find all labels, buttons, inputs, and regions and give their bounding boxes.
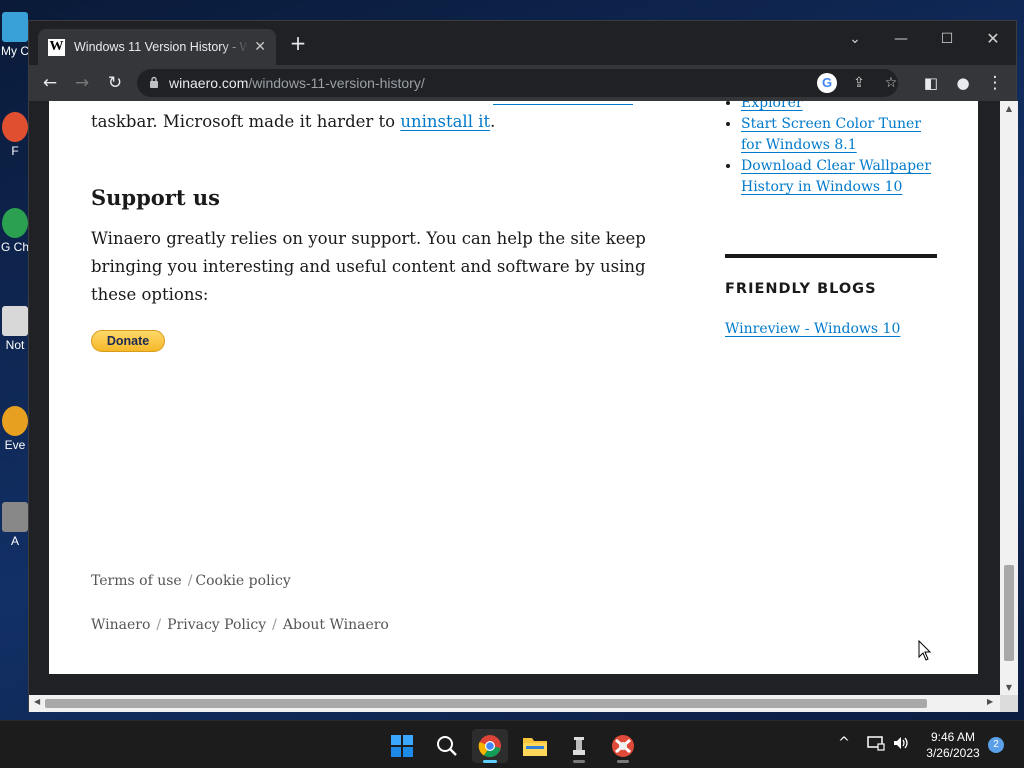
notepad-icon bbox=[2, 306, 28, 336]
sidebar-link-explorer[interactable]: Explorer bbox=[741, 101, 803, 111]
tab-search-button[interactable]: ⌄ bbox=[843, 27, 867, 51]
minimize-button[interactable]: — bbox=[889, 27, 913, 51]
profile-icon[interactable]: ● bbox=[951, 71, 975, 95]
browser-window: W Windows 11 Version History - Winaero ✕… bbox=[28, 20, 1018, 712]
share-icon[interactable]: ⇪ bbox=[849, 73, 869, 93]
volume-icon[interactable] bbox=[891, 735, 911, 755]
cookie-policy-link[interactable]: Cookie policy bbox=[195, 573, 290, 589]
sidebar-list: Explorer Start Screen Color Tuner for Wi… bbox=[725, 101, 937, 198]
about-winaero-link[interactable]: About Winaero bbox=[283, 617, 389, 633]
page-viewport: taskbar. Microsoft made it harder to uni… bbox=[29, 101, 1000, 695]
google-lens-icon[interactable]: G bbox=[817, 73, 837, 93]
vertical-scroll-thumb[interactable] bbox=[1004, 565, 1014, 661]
search-icon bbox=[437, 736, 457, 756]
running-indicator bbox=[573, 760, 585, 763]
winaero-favicon-icon: W bbox=[48, 38, 65, 56]
taskbar-app-tower[interactable] bbox=[561, 729, 597, 763]
close-window-button[interactable]: ✕ bbox=[981, 27, 1005, 51]
desktop-icon-chrome[interactable]: G Ch bbox=[0, 208, 30, 254]
support-us-heading: Support us bbox=[91, 185, 220, 210]
taskbar-search-button[interactable] bbox=[429, 729, 465, 763]
uninstall-it-link[interactable]: uninstall it bbox=[400, 112, 490, 131]
vertical-scrollbar[interactable]: ▲ ▼ bbox=[1000, 101, 1018, 695]
tab-title: Windows 11 Version History - Winaero bbox=[74, 40, 249, 54]
my-computer-icon bbox=[2, 12, 28, 42]
start-button[interactable] bbox=[384, 729, 420, 763]
chrome-icon bbox=[2, 208, 28, 238]
bookmark-star-icon[interactable]: ☆ bbox=[881, 73, 901, 93]
system-clock[interactable]: 9:46 AM 3/26/2023 bbox=[918, 729, 988, 761]
sidebar-list-item: Explorer bbox=[741, 101, 937, 114]
scroll-right-arrow-icon[interactable]: ▶ bbox=[987, 697, 993, 706]
sidebar-link-clear-wallpaper[interactable]: Download Clear Wallpaper History in Wind… bbox=[741, 158, 931, 195]
tab-close-icon[interactable]: ✕ bbox=[254, 39, 266, 55]
donate-button[interactable]: Donate bbox=[91, 330, 165, 352]
app-icon bbox=[2, 112, 28, 142]
address-bar[interactable]: winaero.com/windows-11-version-history/ … bbox=[137, 69, 898, 97]
back-button[interactable]: ← bbox=[38, 71, 62, 95]
menu-icon[interactable]: ⋮ bbox=[983, 71, 1007, 95]
folder-icon bbox=[523, 738, 547, 756]
cropped-link bbox=[493, 101, 633, 105]
tab-windows-11-version-history[interactable]: W Windows 11 Version History - Winaero ✕ bbox=[38, 29, 276, 65]
desktop-icon-my-computer[interactable]: My C bbox=[0, 12, 30, 58]
running-indicator bbox=[617, 760, 629, 763]
footer-nav-links: Winaero / Privacy Policy / About Winaero bbox=[91, 617, 389, 633]
taskbar: ^ 9:46 AM 3/26/2023 2 bbox=[0, 720, 1024, 768]
privacy-policy-link[interactable]: Privacy Policy bbox=[167, 617, 266, 633]
taskbar-file-explorer[interactable] bbox=[517, 729, 553, 763]
show-hidden-icons-chevron-icon[interactable]: ^ bbox=[834, 735, 854, 751]
scroll-left-arrow-icon[interactable]: ◀ bbox=[34, 697, 40, 706]
sidebar-divider bbox=[725, 254, 937, 258]
sidebar-list-item: Download Clear Wallpaper History in Wind… bbox=[741, 156, 937, 198]
horizontal-scrollbar[interactable]: ◀ ▶ bbox=[29, 695, 1000, 712]
everything-icon bbox=[2, 406, 28, 436]
clock-time: 9:46 AM bbox=[930, 730, 976, 744]
taskbar-chrome[interactable] bbox=[472, 729, 508, 763]
side-panel-icon[interactable]: ◧ bbox=[919, 71, 943, 95]
taskbar-app-circle[interactable] bbox=[605, 729, 641, 763]
lock-icon[interactable] bbox=[149, 76, 159, 91]
app-circle-icon bbox=[612, 735, 634, 757]
sidebar-link-color-tuner[interactable]: Start Screen Color Tuner for Windows 8.1 bbox=[741, 116, 921, 153]
windows-logo-icon bbox=[391, 735, 413, 757]
winaero-footer-link[interactable]: Winaero bbox=[91, 617, 150, 633]
forward-button[interactable]: → bbox=[70, 71, 94, 95]
terms-of-use-link[interactable]: Terms of use bbox=[91, 573, 182, 589]
desktop-icon-f[interactable]: F bbox=[0, 112, 30, 158]
clock-date: 3/26/2023 bbox=[926, 746, 980, 760]
browser-toolbar: ← → ↻ winaero.com/windows-11-version-his… bbox=[29, 65, 1016, 101]
support-text: Winaero greatly relies on your support. … bbox=[91, 229, 646, 304]
notification-badge[interactable]: 2 bbox=[988, 737, 1004, 753]
horizontal-scroll-thumb[interactable] bbox=[45, 699, 927, 708]
chrome-icon bbox=[478, 735, 501, 758]
article-partial-paragraph: taskbar. Microsoft made it harder to uni… bbox=[91, 112, 496, 131]
tab-strip: W Windows 11 Version History - Winaero ✕… bbox=[29, 21, 1016, 65]
footer-legal-links: Terms of use / Cookie policy bbox=[91, 573, 291, 589]
new-tab-button[interactable]: + bbox=[287, 33, 309, 53]
active-indicator bbox=[483, 760, 497, 763]
desktop-icon-a[interactable]: A bbox=[0, 502, 30, 548]
app-icon bbox=[2, 502, 28, 532]
mouse-cursor-icon bbox=[918, 640, 932, 661]
reload-button[interactable]: ↻ bbox=[103, 71, 127, 95]
friendly-blogs-heading: FRIENDLY BLOGS bbox=[725, 281, 877, 297]
scroll-up-arrow-icon[interactable]: ▲ bbox=[1000, 104, 1018, 113]
tower-icon bbox=[573, 737, 585, 755]
scroll-down-arrow-icon[interactable]: ▼ bbox=[1000, 683, 1018, 692]
webpage: taskbar. Microsoft made it harder to uni… bbox=[49, 101, 978, 674]
desktop-icon-notepad[interactable]: Not bbox=[0, 306, 30, 352]
sidebar-list-item: Start Screen Color Tuner for Windows 8.1 bbox=[741, 114, 937, 156]
network-icon[interactable] bbox=[866, 735, 886, 755]
winreview-link[interactable]: Winreview - Windows 10 bbox=[725, 321, 900, 337]
desktop-icon-everything[interactable]: Eve bbox=[0, 406, 30, 452]
url-text: winaero.com/windows-11-version-history/ bbox=[169, 75, 425, 91]
scrollbar-corner bbox=[1000, 695, 1018, 712]
maximize-button[interactable]: ☐ bbox=[935, 27, 959, 51]
